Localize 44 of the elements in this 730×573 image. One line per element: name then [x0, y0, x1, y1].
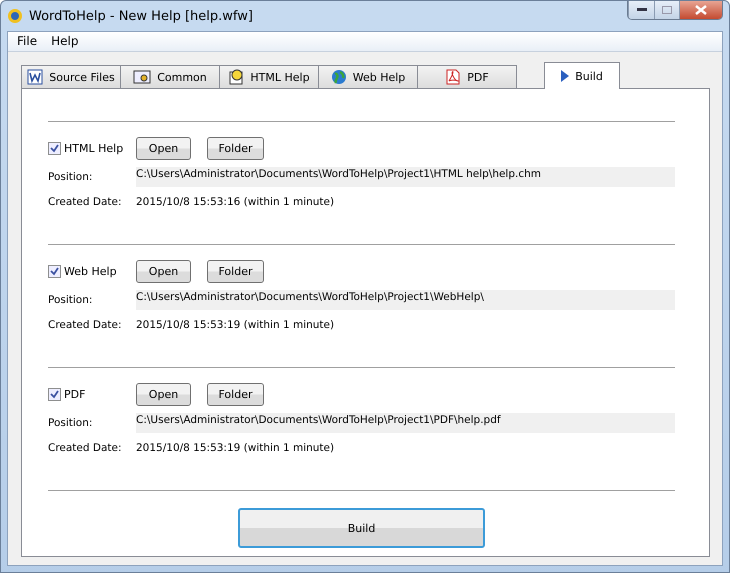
menu-item[interactable]: Help — [44, 32, 86, 51]
tab[interactable]: Source Files — [21, 65, 121, 89]
close-button[interactable] — [679, 1, 722, 19]
created-date: 2015/10/8 15:53:19 (within 1 minute) — [136, 442, 336, 454]
build-button[interactable]: Build — [238, 508, 485, 548]
output-checkbox[interactable]: Web Help — [48, 264, 136, 278]
window-title: WordToHelp - New Help [help.wfw] — [29, 8, 254, 24]
globe-icon — [330, 69, 347, 85]
check-icon — [50, 144, 59, 152]
app-logo-icon — [7, 8, 23, 24]
tab[interactable]: Build — [544, 62, 620, 89]
open-button[interactable]: Open — [136, 136, 191, 160]
created-date: 2015/10/8 15:53:19 (within 1 minute) — [136, 319, 336, 331]
minimize-icon — [636, 8, 646, 12]
tab[interactable]: HTML Help — [219, 65, 319, 89]
position-field: C:\Users\Administrator\Documents\WordToHelp\Project1\WebHelp\ — [136, 290, 675, 310]
field-label: Created Date: — [48, 319, 123, 331]
pdf-icon — [445, 69, 462, 85]
open-button[interactable]: Open — [136, 260, 191, 282]
position-field: C:\Users\Administrator\Documents\WordToHelp\Project1\PDF\help.pdf — [136, 413, 675, 433]
output-checkbox[interactable]: HTML Help — [48, 142, 136, 154]
field-label: Created Date: — [48, 196, 123, 208]
field-label: Position: — [48, 171, 94, 183]
field-label: Created Date: — [48, 442, 123, 454]
check-icon — [50, 390, 59, 398]
folder-button[interactable]: Folder — [207, 382, 264, 406]
close-icon — [695, 5, 707, 15]
menu-item[interactable]: File — [10, 32, 44, 51]
position-field: C:\Users\Administrator\Documents\WordToHelp\Project1\HTML help\help.chm — [136, 167, 675, 187]
tab[interactable]: Web Help — [318, 65, 418, 89]
output-checkbox[interactable]: PDF — [48, 388, 136, 400]
tab[interactable]: Common — [120, 65, 220, 89]
tab[interactable]: PDF — [417, 65, 517, 89]
field-label: Position: — [48, 294, 94, 306]
field-label: Position: — [48, 417, 94, 429]
folder-button[interactable]: Folder — [207, 260, 264, 282]
minimize-button[interactable] — [628, 1, 654, 19]
maximize-icon — [662, 6, 672, 14]
open-button[interactable]: Open — [136, 382, 191, 406]
folder-button[interactable]: Folder — [207, 136, 264, 160]
created-date: 2015/10/8 15:53:16 (within 1 minute) — [136, 196, 336, 208]
play-icon — [561, 70, 570, 82]
document-icon — [27, 69, 44, 85]
check-icon — [50, 266, 59, 276]
